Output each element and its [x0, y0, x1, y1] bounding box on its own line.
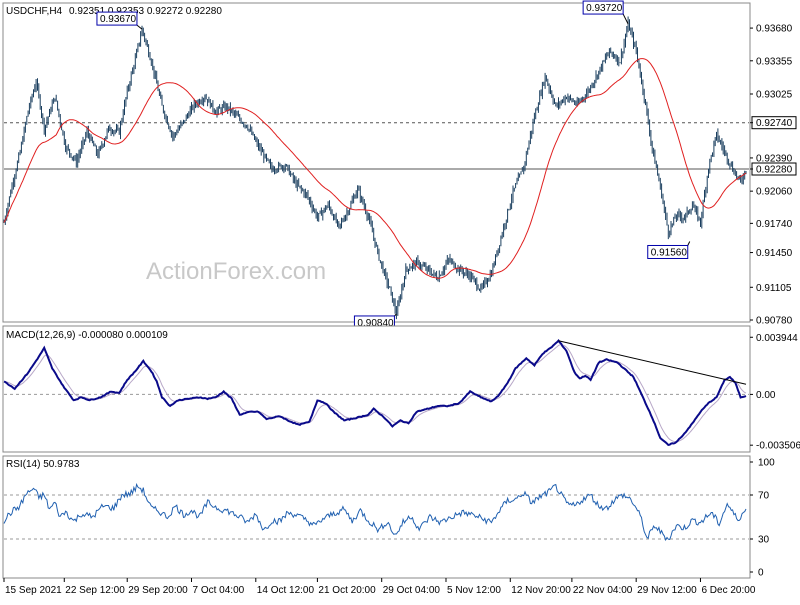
forex-chart: ActionForex.com USDCHF,H4 0.92351 0.9235…: [2, 0, 800, 596]
rsi-panel: RSI(14) 50.9783 100 70 30 0: [2, 455, 775, 579]
x-tick-label-8: 12 Nov 20:00: [511, 585, 571, 596]
rsi-tick-label-0: 100: [758, 458, 775, 469]
x-tick-label-1: 22 Sep 12:00: [65, 585, 125, 596]
rsi-label: RSI(14) 50.9783: [6, 459, 80, 470]
macd-tick-label-0: 0.003944: [756, 333, 798, 344]
price-tick-label-1: 0.93355: [756, 56, 793, 67]
price-tick-label-9: 0.91105: [756, 283, 792, 294]
x-tick-label-5: 21 Oct 20:00: [318, 585, 376, 596]
x-tick-label-6: 29 Oct 04:00: [383, 585, 441, 596]
x-tick-label-4: 14 Oct 12:00: [257, 585, 315, 596]
rsi-tick-label-1: 70: [758, 491, 770, 502]
macd-tick-label-2: -0.003506: [756, 441, 800, 452]
annotation-label-0: 0.93670: [100, 14, 137, 25]
annotation-label-1: 0.93720: [586, 3, 623, 14]
x-tick-label-7: 5 Nov 12:00: [447, 585, 501, 596]
x-tick-label-10: 29 Nov 12:00: [637, 585, 697, 596]
price-tick-label-5: 0.92280: [756, 165, 793, 176]
price-panel: ActionForex.com USDCHF,H4 0.92351 0.9235…: [2, 0, 797, 330]
price-tick-label-3: 0.92740: [756, 118, 793, 129]
price-header-symbol: USDCHF,H4: [6, 6, 63, 17]
price-tick-label-2: 0.93025: [756, 90, 793, 101]
macd-label: MACD(12,26,9) -0.000080 0.000109: [6, 330, 168, 341]
x-tick-label-2: 29 Sep 20:00: [128, 585, 188, 596]
x-tick-label-0: 15 Sep 2021: [5, 585, 62, 596]
watermark: ActionForex.com: [146, 258, 326, 285]
price-tick-label-6: 0.92060: [756, 187, 793, 198]
rsi-panel-frame: [2, 455, 751, 579]
rsi-tick-label-3: 0: [758, 568, 764, 579]
price-tick-label-7: 0.91740: [756, 219, 793, 230]
x-tick-label-3: 7 Oct 04:00: [193, 585, 245, 596]
x-tick-label-9: 22 Nov 04:00: [573, 585, 633, 596]
price-tick-label-0: 0.93680: [756, 24, 793, 35]
annotation-label-3: 0.91560: [651, 247, 688, 258]
price-header-ohlc: 0.92351 0.92353 0.92272 0.92280: [69, 6, 222, 17]
price-tick-label-8: 0.91450: [756, 248, 793, 259]
x-tick-label-11: 6 Dec 20:00: [701, 585, 755, 596]
price-tick-label-10: 0.90780: [756, 316, 793, 327]
macd-panel: MACD(12,26,9) -0.000080 0.000109 0.00394…: [2, 325, 800, 453]
macd-panel-frame: [2, 325, 751, 453]
x-axis: 15 Sep 2021 22 Sep 12:00 29 Sep 20:00 7 Oct…: [3, 578, 756, 596]
rsi-tick-label-2: 30: [758, 535, 770, 546]
macd-tick-label-1: 0.00: [756, 390, 776, 401]
chart-stage: ActionForex.com USDCHF,H4 0.92351 0.9235…: [0, 0, 800, 600]
